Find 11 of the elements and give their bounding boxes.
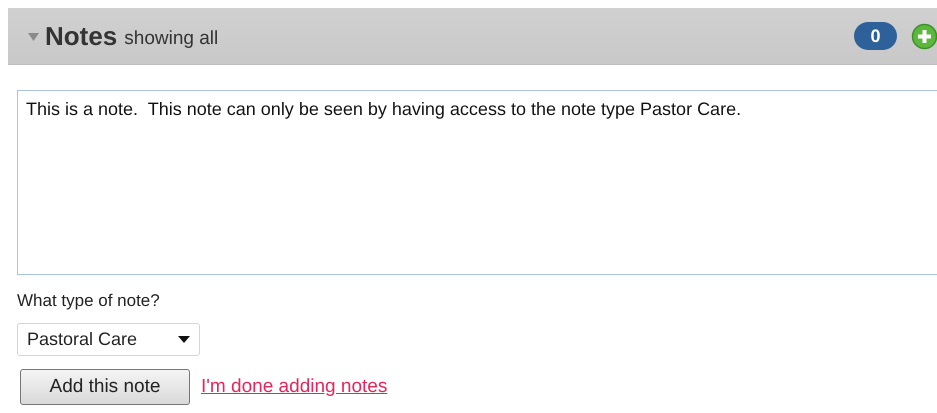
- done-link[interactable]: I'm done adding notes: [201, 376, 388, 398]
- type-dropdown[interactable]: Pastoral Care: [17, 323, 200, 356]
- type-label: What type of note?: [17, 291, 161, 311]
- add-icon[interactable]: [911, 22, 937, 50]
- note-textarea[interactable]: This is a note. This note can only be seen by having access to the note type Pastor Care.: [17, 90, 937, 275]
- caret-icon[interactable]: [28, 33, 39, 41]
- section-title: Notes: [45, 20, 118, 52]
- section-subtitle: showing all: [124, 28, 218, 50]
- count-badge: 0: [854, 22, 897, 50]
- add-note-button[interactable]: Add this note: [20, 369, 190, 405]
- caret-icon: [178, 336, 190, 343]
